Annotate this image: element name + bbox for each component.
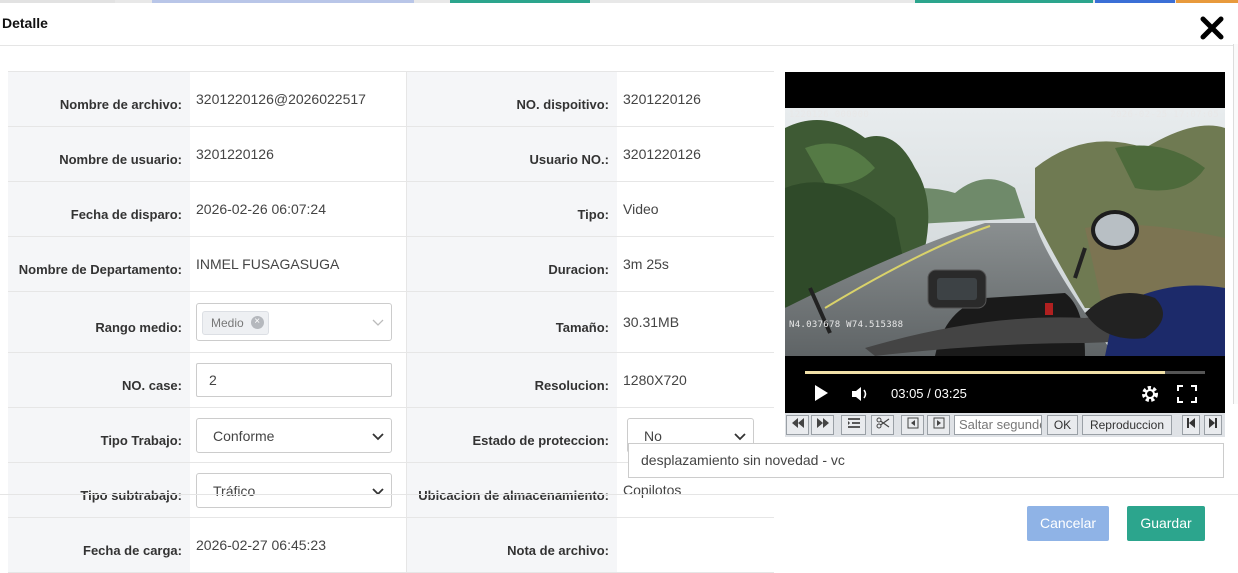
chevron-down-icon <box>372 487 384 495</box>
field-label: Tipo subtrabajo: <box>8 462 190 518</box>
upload-date-value: 2026-02-27 06:45:23 <box>190 517 406 573</box>
range-select[interactable]: Medio × <box>196 303 392 341</box>
osd-timestamp: 2026-02-25 17:07:05 <box>1110 110 1219 120</box>
time-display: 03:05 / 03:25 <box>891 386 967 401</box>
work-type-cell: Conforme <box>190 407 406 463</box>
table-row: Nombre de usuario: 3201220126 Usuario NO… <box>8 126 774 182</box>
modal-title: Detalle <box>2 15 48 31</box>
table-row: Rango medio: Medio × Tamaño: 30.31MB <box>8 291 774 353</box>
video-frame-image <box>785 108 1225 356</box>
footer-divider <box>0 494 1238 495</box>
save-button[interactable]: Guardar <box>1127 506 1205 541</box>
field-label: Ubicacion de almacenamiento: <box>405 462 617 518</box>
list-button[interactable] <box>841 415 866 435</box>
play-icon[interactable] <box>813 384 829 402</box>
osd-gps: N4.037678 W74.515388 <box>789 320 904 330</box>
next-frame-button[interactable] <box>927 415 950 435</box>
device-number-value: 3201220126 <box>617 71 774 127</box>
list-icon <box>847 418 860 428</box>
scrollbar-edge <box>1233 44 1238 404</box>
skip-seconds-input[interactable]: Saltar segundos <box>954 415 1042 435</box>
type-value: Video <box>617 181 774 237</box>
field-label: Nombre de Departamento: <box>8 236 190 292</box>
field-label: Fecha de disparo: <box>8 181 190 237</box>
field-label: Nombre de archivo: <box>8 71 190 127</box>
ok-button[interactable]: OK <box>1047 415 1078 435</box>
last-button[interactable] <box>1204 415 1222 435</box>
video-player[interactable]: 1220126_000000 2026-02-25 17:07:05 N4.03… <box>785 72 1225 413</box>
rewind-icon <box>791 418 804 428</box>
field-label: Usuario NO.: <box>405 126 617 182</box>
department-value: INMEL FUSAGASUGA <box>190 236 406 292</box>
close-icon <box>1200 16 1224 40</box>
fast-forward-icon <box>816 418 829 428</box>
progress-fill <box>805 371 1165 374</box>
field-label: Duracion: <box>405 236 617 292</box>
duration-value: 3m 25s <box>617 236 774 292</box>
field-label: Estado de proteccion: <box>405 407 617 463</box>
chevron-down-icon <box>372 319 384 326</box>
subwork-type-select[interactable]: Tráfico <box>196 472 392 508</box>
skip-end-icon <box>1209 418 1217 428</box>
detail-table: Nombre de archivo: 3201220126@2026022517… <box>8 71 774 573</box>
chevron-down-icon <box>734 432 746 440</box>
fast-forward-button[interactable] <box>811 415 834 435</box>
field-label: NO. case: <box>8 352 190 408</box>
table-row: Nombre de Departamento: INMEL FUSAGASUGA… <box>8 236 774 292</box>
field-label: Fecha de carga: <box>8 517 190 573</box>
subwork-type-cell: Tráfico <box>190 462 406 518</box>
user-name-value: 3201220126 <box>190 126 406 182</box>
file-name-value: 3201220126@2026022517 <box>190 71 406 127</box>
field-label: Tipo: <box>405 181 617 237</box>
field-label: Nombre de usuario: <box>8 126 190 182</box>
playback-button[interactable]: Reproduccion <box>1082 415 1172 435</box>
field-label: Tipo Trabajo: <box>8 407 190 463</box>
player-toolbar: Saltar segundos OK Reproduccion <box>785 413 1225 437</box>
user-number-value: 3201220126 <box>617 126 774 182</box>
video-frame[interactable]: 1220126_000000 2026-02-25 17:07:05 N4.03… <box>785 108 1225 356</box>
table-row: Fecha de carga: 2026-02-27 06:45:23 Nota… <box>8 517 774 573</box>
table-row: NO. case: 2 Resolucion: 1280X720 <box>8 352 774 408</box>
modal-header: Detalle <box>0 3 1238 46</box>
osd-file-id: 1220126_000000 <box>789 110 870 120</box>
case-cell: 2 <box>190 352 406 408</box>
skip-start-icon <box>1187 418 1195 428</box>
scissors-icon <box>876 417 889 429</box>
work-type-select[interactable]: Conforme <box>196 417 392 453</box>
next-frame-icon <box>933 417 944 429</box>
field-label: Resolucion: <box>405 352 617 408</box>
clip-button[interactable] <box>871 415 894 435</box>
cancel-button[interactable]: Cancelar <box>1027 506 1109 541</box>
chevron-down-icon <box>372 432 384 440</box>
field-label: NO. dispoitivo: <box>405 71 617 127</box>
field-label: Tamaño: <box>405 291 617 353</box>
resolution-value: 1280X720 <box>617 352 774 408</box>
range-tag: Medio × <box>202 311 269 335</box>
subwork-type-selected: Tráfico <box>213 482 256 499</box>
fullscreen-icon[interactable] <box>1177 385 1197 403</box>
trigger-date-value: 2026-02-26 06:07:24 <box>190 181 406 237</box>
rewind-button[interactable] <box>786 415 809 435</box>
field-label: Nota de archivo: <box>405 517 617 573</box>
prev-frame-button[interactable] <box>901 415 924 435</box>
gear-icon[interactable] <box>1140 384 1160 404</box>
prev-frame-icon <box>907 417 918 429</box>
table-row: Fecha de disparo: 2026-02-26 06:07:24 Ti… <box>8 181 774 237</box>
close-button[interactable] <box>1199 15 1227 43</box>
field-label: Rango medio: <box>8 291 190 353</box>
file-note-input[interactable]: desplazamiento sin novedad - vc <box>628 443 1224 478</box>
case-number-input[interactable]: 2 <box>196 363 392 397</box>
first-button[interactable] <box>1182 415 1200 435</box>
tag-remove-icon[interactable]: × <box>250 316 264 329</box>
size-value: 30.31MB <box>617 291 774 353</box>
protection-selected: No <box>644 427 662 444</box>
range-cell: Medio × <box>190 291 406 353</box>
work-type-selected: Conforme <box>213 427 275 444</box>
progress-bar[interactable] <box>805 371 1205 374</box>
volume-icon[interactable] <box>851 385 871 403</box>
table-row: Nombre de archivo: 3201220126@2026022517… <box>8 71 774 127</box>
